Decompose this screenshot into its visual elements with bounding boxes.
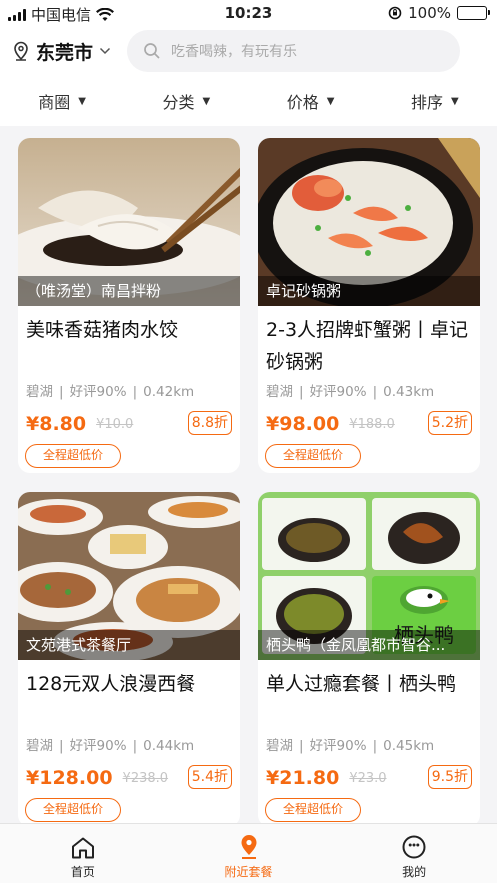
distance-label: 0.42km — [143, 384, 195, 400]
filter-bar: 商圈 ▼ 分类 ▼ 价格 ▼ 排序 ▼ — [0, 76, 497, 126]
triangle-down-icon: ▼ — [78, 95, 86, 107]
filter-price[interactable]: 价格 ▼ — [249, 76, 373, 126]
city-name: 东莞市 — [36, 41, 94, 64]
deal-image: 栖头鸭 栖头鸭（金凤凰都市智谷... — [258, 492, 480, 660]
battery-percent: 100% — [408, 4, 451, 22]
deal-title: 美味香菇猪肉水饺 — [26, 319, 179, 341]
filter-label: 排序 — [411, 93, 444, 112]
tab-home[interactable]: 首页 — [0, 824, 166, 883]
search-icon — [144, 43, 160, 59]
area-label: 碧湖 — [266, 384, 293, 400]
discount-badge: 5.4折 — [187, 765, 232, 789]
filter-label: 分类 — [162, 93, 195, 112]
profile-icon — [402, 835, 426, 859]
distance-label: 0.44km — [143, 738, 195, 754]
price-row: ¥21.80 ¥23.0 9.5折 — [266, 764, 472, 792]
original-price: ¥10.0 — [96, 416, 134, 432]
price: ¥8.80 — [26, 413, 87, 435]
deal-card[interactable]: 栖头鸭 栖头鸭（金凤凰都市智谷... 单人过瘾套餐丨栖头鸭 碧湖 | 好评90% | 0… — [258, 492, 480, 827]
deal-image: 文苑港式茶餐厅 — [18, 492, 240, 660]
shop-name: （唯汤堂）南昌拌粉 — [18, 276, 240, 306]
area-label: 碧湖 — [26, 738, 53, 754]
shop-name: 栖头鸭（金凤凰都市智谷... — [258, 630, 480, 660]
distance-label: 0.45km — [383, 738, 435, 754]
deal-meta: 碧湖 | 好评90% | 0.42km — [26, 384, 195, 400]
original-price: ¥238.0 — [122, 770, 169, 786]
header: 东莞市 吃香喝辣，有玩有乐 — [0, 28, 497, 76]
filter-area[interactable]: 商圈 ▼ — [0, 76, 124, 126]
chevron-down-icon — [99, 47, 111, 55]
orientation-lock-icon — [388, 6, 402, 20]
original-price: ¥188.0 — [349, 416, 395, 432]
filter-sort[interactable]: 排序 ▼ — [373, 76, 497, 126]
deal-meta: 碧湖 | 好评90% | 0.44km — [26, 738, 195, 754]
price: ¥21.80 — [266, 767, 340, 789]
tab-label: 首页 — [70, 865, 95, 879]
rating-label: 好评90% — [309, 738, 367, 754]
triangle-down-icon: ▼ — [326, 95, 335, 107]
rating-label: 好评90% — [309, 384, 367, 400]
deal-title: 单人过瘾套餐丨栖头鸭 — [266, 673, 457, 695]
deal-card[interactable]: 卓记砂锅粥 2-3人招牌虾蟹粥丨卓记砂锅粥 碧湖 | 好评90% | 0.43km ¥9… — [258, 138, 480, 473]
low-price-tag: 全程超低价 — [25, 444, 122, 468]
deal-title: 2-3人招牌虾蟹粥丨卓记砂锅粥 — [266, 319, 469, 373]
original-price: ¥23.0 — [349, 770, 387, 786]
tab-profile[interactable]: 我的 — [331, 824, 497, 883]
search-input[interactable]: 吃香喝辣，有玩有乐 — [171, 41, 297, 61]
status-right: 100% — [388, 4, 490, 22]
price: ¥98.00 — [266, 413, 340, 435]
battery-icon — [457, 6, 490, 20]
search-bar[interactable]: 吃香喝辣，有玩有乐 — [127, 30, 460, 72]
area-label: 碧湖 — [266, 738, 293, 754]
low-price-tag: 全程超低价 — [25, 798, 122, 822]
area-label: 碧湖 — [26, 384, 53, 400]
deal-card[interactable]: 文苑港式茶餐厅 128元双人浪漫西餐 碧湖 | 好评90% | 0.44km ¥128.… — [18, 492, 240, 827]
price-row: ¥128.00 ¥238.0 5.4折 — [26, 764, 232, 792]
filter-label: 商圈 — [38, 93, 71, 112]
deal-title: 128元双人浪漫西餐 — [26, 673, 196, 695]
price-row: ¥8.80 ¥10.0 8.8折 — [26, 410, 232, 438]
deal-meta: 碧湖 | 好评90% | 0.45km — [266, 738, 435, 754]
shop-name: 文苑港式茶餐厅 — [18, 630, 240, 660]
distance-label: 0.43km — [383, 384, 435, 400]
city-selector[interactable]: 东莞市 — [12, 36, 111, 66]
location-icon — [14, 41, 28, 61]
rating-label: 好评90% — [69, 384, 127, 400]
status-bar: 中国电信 10:23 100% — [0, 0, 497, 28]
deal-card[interactable]: （唯汤堂）南昌拌粉 美味香菇猪肉水饺 碧湖 | 好评90% | 0.42km ¥8.80… — [18, 138, 240, 473]
home-icon — [71, 837, 94, 859]
price: ¥128.00 — [26, 767, 113, 789]
low-price-tag: 全程超低价 — [265, 798, 362, 822]
tab-label: 我的 — [402, 865, 427, 879]
triangle-down-icon: ▼ — [202, 95, 211, 107]
discount-badge: 8.8折 — [187, 411, 232, 435]
rating-label: 好评90% — [69, 738, 127, 754]
price-row: ¥98.00 ¥188.0 5.2折 — [266, 410, 472, 438]
tab-bar: 首页 附近套餐 我的 — [0, 823, 497, 883]
tab-label: 附近套餐 — [224, 865, 273, 879]
filter-label: 价格 — [286, 93, 319, 112]
tab-nearby-deals[interactable]: 附近套餐 — [166, 824, 332, 883]
deal-meta: 碧湖 | 好评90% | 0.43km — [266, 384, 435, 400]
deal-image: （唯汤堂）南昌拌粉 — [18, 138, 240, 306]
low-price-tag: 全程超低价 — [265, 444, 362, 468]
triangle-down-icon: ▼ — [451, 95, 459, 107]
shop-name: 卓记砂锅粥 — [258, 276, 480, 306]
discount-badge: 5.2折 — [427, 411, 472, 435]
filter-category[interactable]: 分类 ▼ — [124, 76, 248, 126]
discount-badge: 9.5折 — [427, 765, 472, 789]
deal-image: 卓记砂锅粥 — [258, 138, 480, 306]
location-pin-icon — [241, 835, 256, 859]
